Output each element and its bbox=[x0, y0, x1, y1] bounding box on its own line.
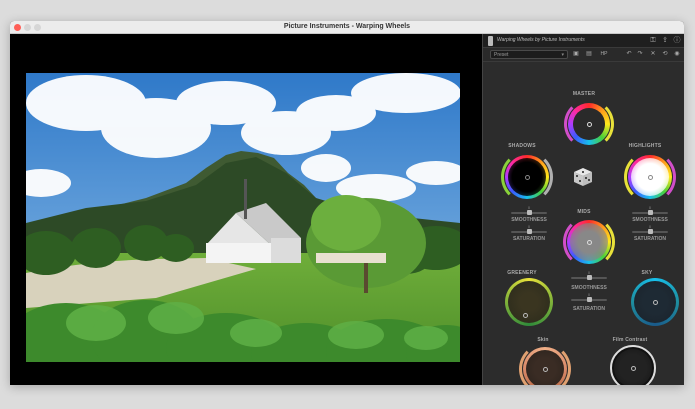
chevron-down-icon: ▾ bbox=[561, 52, 564, 58]
shadows-wheel[interactable] bbox=[505, 155, 549, 199]
mids-smoothness-thumb[interactable] bbox=[587, 275, 592, 280]
mids-wheel-handle[interactable] bbox=[586, 239, 592, 245]
film-contrast-label: Film Contrast bbox=[612, 337, 648, 343]
greenery-label: GREENERY bbox=[507, 270, 537, 276]
mids-wheel[interactable] bbox=[567, 220, 611, 264]
highlights-smoothness-label: SMOOTHNESS bbox=[632, 217, 668, 223]
key-icon[interactable]: ⚿ bbox=[649, 37, 657, 45]
highlights-wheel-handle[interactable] bbox=[647, 174, 653, 180]
hp-label: HP bbox=[600, 51, 608, 57]
greenery-wheel-handle[interactable] bbox=[522, 312, 528, 318]
master-wheel-handle[interactable] bbox=[586, 121, 592, 127]
panel-toolbar: Preset ▾ ▣ ▤ HP ↶ ↷ ✕ ⟲ ◉ bbox=[483, 48, 684, 62]
shadows-wheel-handle[interactable] bbox=[524, 174, 530, 180]
shadows-smoothness-thumb[interactable] bbox=[527, 210, 532, 215]
preset-label: Preset bbox=[494, 52, 509, 58]
greenery-wheel[interactable] bbox=[505, 278, 553, 326]
sky-label: SKY bbox=[641, 270, 653, 276]
highlights-saturation-label: SATURATION bbox=[633, 236, 667, 242]
shadows-label: SHADOWS bbox=[508, 143, 536, 149]
export-icon[interactable]: ⇪ bbox=[661, 37, 669, 45]
sky-wheel[interactable] bbox=[631, 278, 679, 326]
skin-wheel[interactable] bbox=[523, 347, 567, 385]
save-preset-icon[interactable]: ▣ bbox=[571, 50, 581, 59]
window-title: Picture Instruments - Warping Wheels bbox=[283, 23, 411, 30]
shadows-saturation-label: SATURATION bbox=[512, 236, 546, 242]
mids-label: MIDS bbox=[577, 209, 591, 215]
sky-wheel-handle[interactable] bbox=[652, 299, 658, 305]
skin-wheel-handle[interactable] bbox=[542, 366, 548, 372]
panel-header: Warping Wheels by Picture Instruments ⚿ … bbox=[483, 34, 684, 48]
close-icon[interactable]: ✕ bbox=[649, 50, 657, 59]
highlights-wheel[interactable] bbox=[628, 155, 672, 199]
master-wheel[interactable] bbox=[568, 103, 610, 145]
hp-toggle[interactable]: HP bbox=[597, 50, 611, 59]
warping-wheels-panel: Warping Wheels by Picture Instruments ⚿ … bbox=[482, 34, 684, 385]
photo-preview bbox=[26, 73, 460, 362]
reset-icon[interactable]: ⟲ bbox=[661, 50, 669, 59]
info-icon[interactable]: ⓘ bbox=[673, 37, 681, 45]
shadows-saturation-thumb[interactable] bbox=[527, 229, 532, 234]
landscape-image bbox=[26, 73, 460, 362]
redo-icon[interactable]: ↷ bbox=[636, 50, 644, 59]
shadows-smoothness-label: SMOOTHNESS bbox=[511, 217, 547, 223]
panel-title: Warping Wheels by Picture Instruments bbox=[497, 37, 585, 43]
highlights-smoothness-thumb[interactable] bbox=[648, 210, 653, 215]
plugin-logo-icon bbox=[488, 36, 493, 46]
highlights-label: HIGHLIGHTS bbox=[628, 143, 662, 149]
title-bar: Picture Instruments - Warping Wheels bbox=[10, 21, 684, 34]
preset-dropdown[interactable]: Preset ▾ bbox=[490, 50, 568, 59]
film-contrast-handle[interactable] bbox=[630, 365, 636, 371]
folder-icon[interactable]: ▤ bbox=[585, 50, 593, 59]
mids-saturation-label: SATURATION bbox=[572, 306, 606, 312]
undo-icon[interactable]: ↶ bbox=[625, 50, 633, 59]
mids-smoothness-label: SMOOTHNESS bbox=[571, 285, 607, 291]
eye-icon[interactable]: ◉ bbox=[673, 50, 681, 59]
randomize-dice-icon[interactable] bbox=[573, 167, 593, 187]
app-window: Picture Instruments - Warping Wheels War… bbox=[10, 21, 684, 385]
film-contrast-wheel[interactable] bbox=[610, 345, 656, 385]
mids-saturation-thumb[interactable] bbox=[587, 297, 592, 302]
master-label: MASTER bbox=[572, 91, 596, 97]
highlights-saturation-thumb[interactable] bbox=[648, 229, 653, 234]
